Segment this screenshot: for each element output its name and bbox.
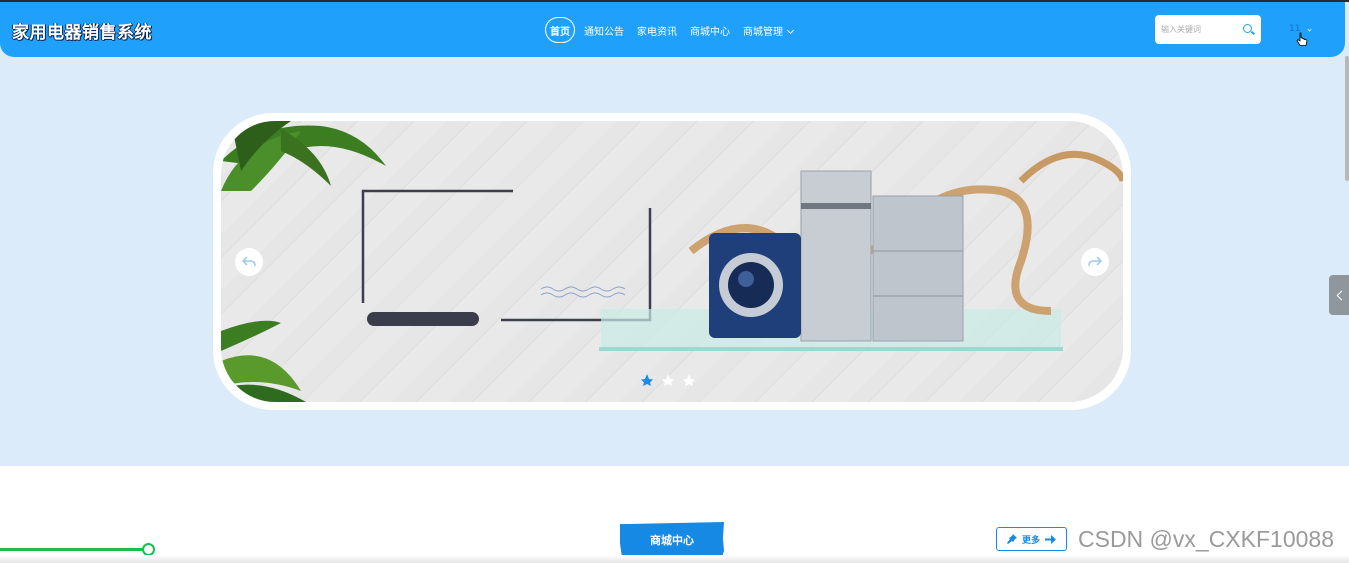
chevron-down-icon	[1307, 26, 1313, 32]
section-title: 商城中心	[620, 522, 724, 558]
pin-icon	[1006, 534, 1017, 544]
arrow-forward-icon	[1088, 256, 1103, 267]
nav-item-mall-management-label: 商城管理	[743, 26, 783, 38]
more-button[interactable]: 更多	[996, 527, 1067, 551]
carousel-dot[interactable]	[661, 373, 675, 387]
search-box	[1155, 15, 1261, 44]
main-nav: 首页 通知公告 家电资讯 商城中心 商城管理	[545, 16, 806, 44]
watermark: CSDN @vx_CXKF10088	[1078, 526, 1334, 552]
scrollbar[interactable]	[1345, 56, 1349, 181]
mouse-pointer-icon	[1296, 32, 1308, 46]
bottom-shadow	[0, 555, 1349, 563]
chevron-left-icon	[1336, 290, 1346, 300]
carousel-dot[interactable]	[682, 373, 696, 387]
carousel-dot-active[interactable]	[640, 373, 654, 387]
arrow-right-icon	[1045, 534, 1056, 544]
scroll-progress-line	[0, 548, 146, 551]
side-collapse-tab[interactable]	[1329, 275, 1349, 315]
more-button-label: 更多	[1021, 535, 1040, 546]
banner-slide	[221, 121, 1123, 402]
chevron-down-icon	[786, 26, 795, 34]
nav-item-notices[interactable]: 通知公告	[584, 23, 624, 38]
search-icon[interactable]	[1243, 24, 1252, 33]
carousel-next-button[interactable]	[1081, 248, 1109, 276]
carousel	[213, 113, 1131, 410]
top-navbar: 家用电器销售系统 首页 通知公告 家电资讯 商城中心 商城管理 11	[0, 2, 1345, 57]
nav-item-mall-management[interactable]: 商城管理	[743, 23, 795, 38]
nav-item-home[interactable]: 首页	[545, 17, 575, 43]
search-input[interactable]	[1161, 25, 1239, 34]
nav-item-news[interactable]: 家电资讯	[637, 23, 677, 38]
carousel-indicators	[640, 373, 696, 387]
carousel-prev-button[interactable]	[235, 248, 263, 276]
banner-artwork	[221, 121, 1123, 402]
brand-title: 家用电器销售系统	[12, 23, 152, 43]
arrow-back-icon	[241, 256, 256, 267]
nav-item-mall-center[interactable]: 商城中心	[690, 23, 730, 38]
